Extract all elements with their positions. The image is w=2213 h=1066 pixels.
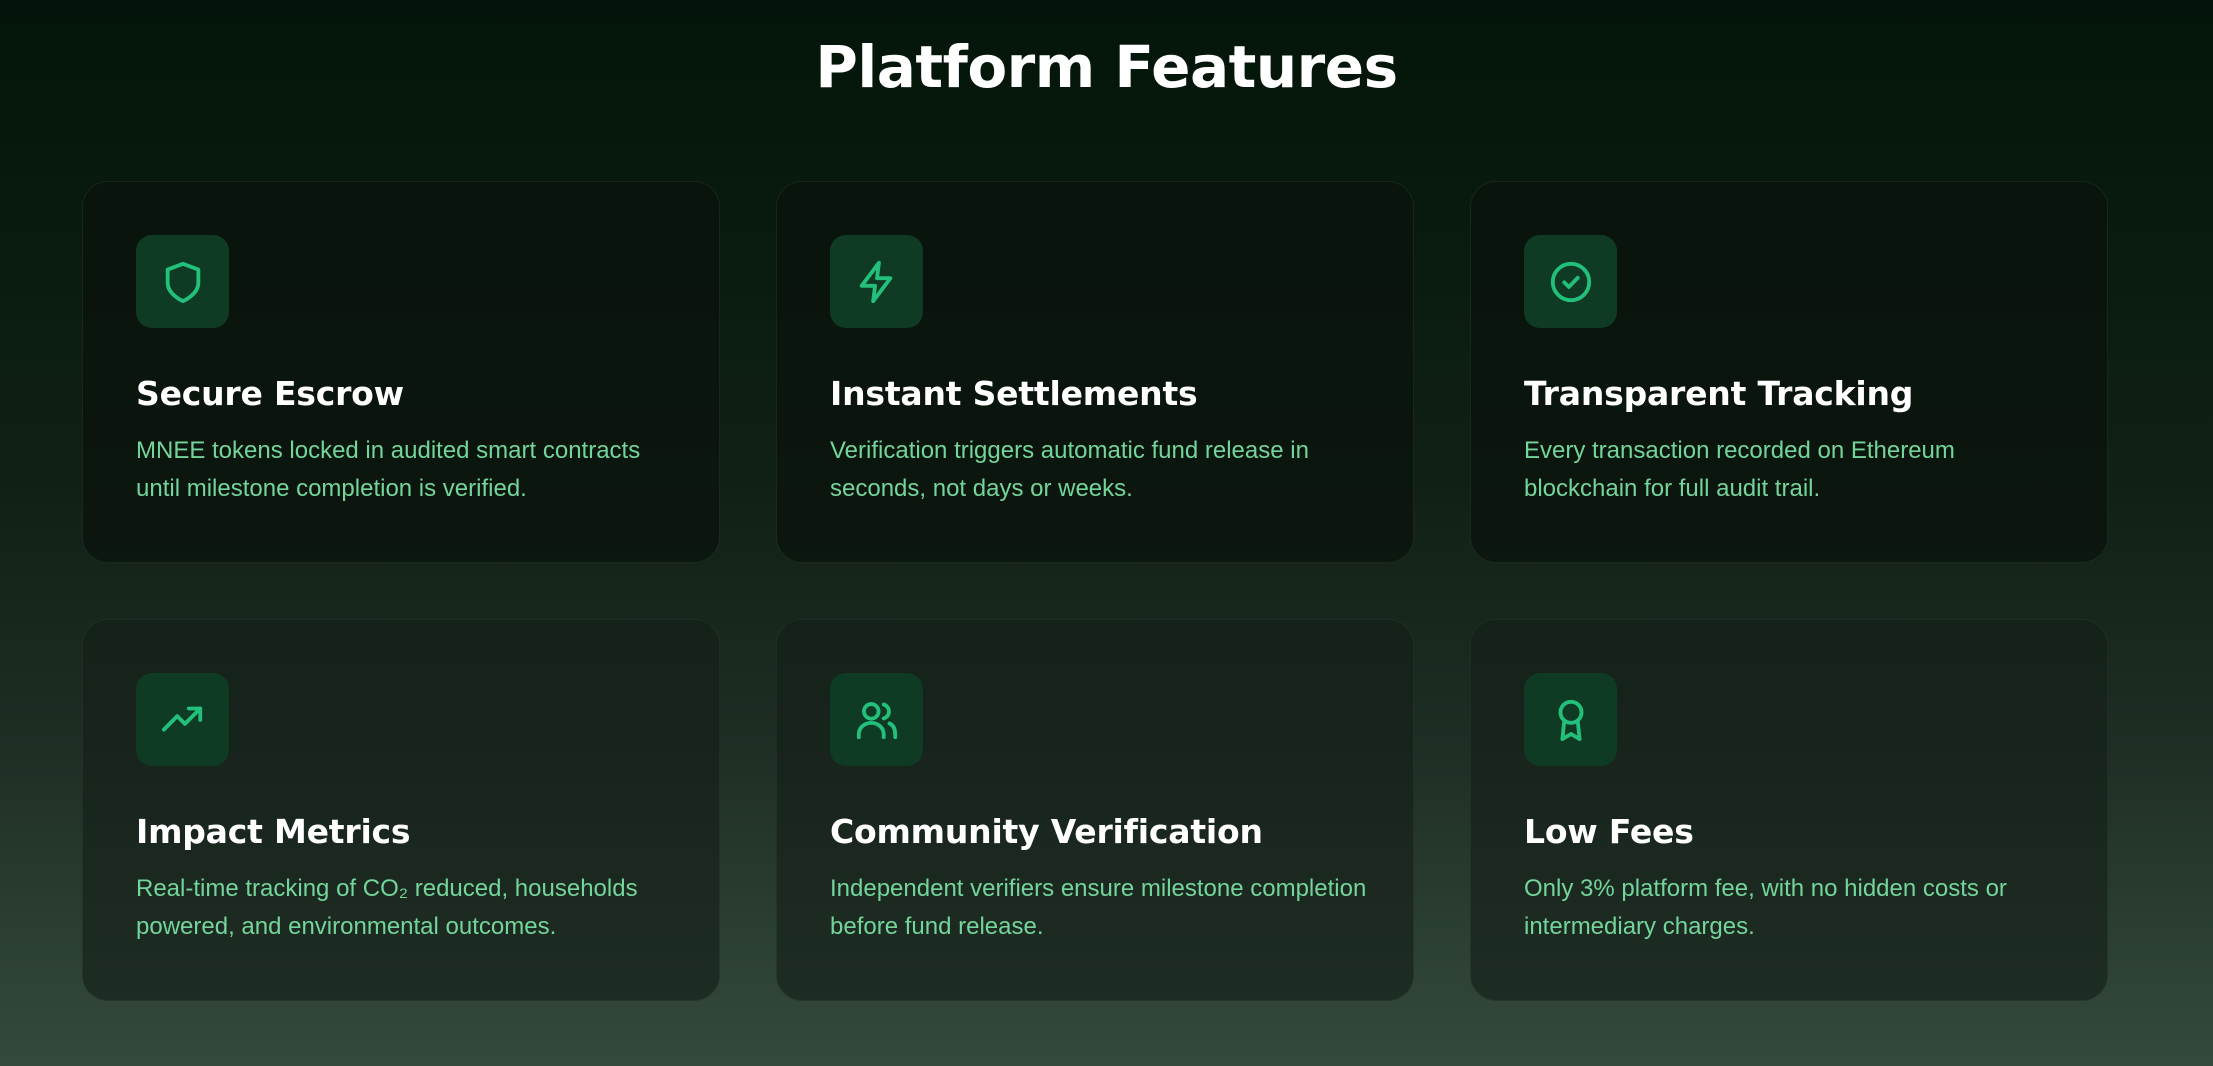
feature-card-impact-metrics: Impact Metrics Real-time tracking of CO₂… — [82, 619, 720, 1001]
feature-icon-container — [830, 673, 923, 766]
feature-title: Instant Settlements — [830, 374, 1198, 413]
feature-card-community-verification: Community Verification Independent verif… — [776, 619, 1414, 1001]
feature-title: Low Fees — [1524, 812, 1694, 851]
feature-card-low-fees: Low Fees Only 3% platform fee, with no h… — [1470, 619, 2108, 1001]
feature-card-transparent-tracking: Transparent Tracking Every transaction r… — [1470, 181, 2108, 563]
page-title: Platform Features — [815, 33, 1398, 101]
features-grid: Secure Escrow MNEE tokens locked in audi… — [82, 181, 2108, 1001]
award-icon — [1558, 699, 1583, 741]
feature-icon-container — [1524, 235, 1617, 328]
feature-icon-container — [136, 235, 229, 328]
feature-icon-container — [1524, 673, 1617, 766]
trending-up-icon — [161, 706, 202, 731]
feature-title: Community Verification — [830, 812, 1263, 851]
feature-title: Secure Escrow — [136, 374, 404, 413]
feature-description: Independent verifiers ensure milestone c… — [830, 875, 1367, 940]
feature-icon-container — [830, 235, 923, 328]
feature-description: Only 3% platform fee, with no hidden cos… — [1524, 875, 2007, 940]
feature-description: MNEE tokens locked in audited smart cont… — [136, 437, 641, 502]
feature-description: Every transaction recorded on Ethereum b… — [1524, 437, 1955, 502]
check-circle-icon — [1550, 261, 1591, 302]
feature-card-instant-settlements: Instant Settlements Verification trigger… — [776, 181, 1414, 563]
users-icon — [856, 701, 897, 739]
feature-card-secure-escrow: Secure Escrow MNEE tokens locked in audi… — [82, 181, 720, 563]
shield-icon — [165, 261, 200, 303]
feature-title: Transparent Tracking — [1524, 374, 1914, 413]
lightning-icon — [859, 260, 892, 303]
feature-description: Verification triggers automatic fund rel… — [830, 437, 1309, 502]
feature-icon-container — [136, 673, 229, 766]
feature-description: Real-time tracking of CO₂ reduced, house… — [136, 875, 638, 940]
feature-title: Impact Metrics — [136, 812, 411, 851]
